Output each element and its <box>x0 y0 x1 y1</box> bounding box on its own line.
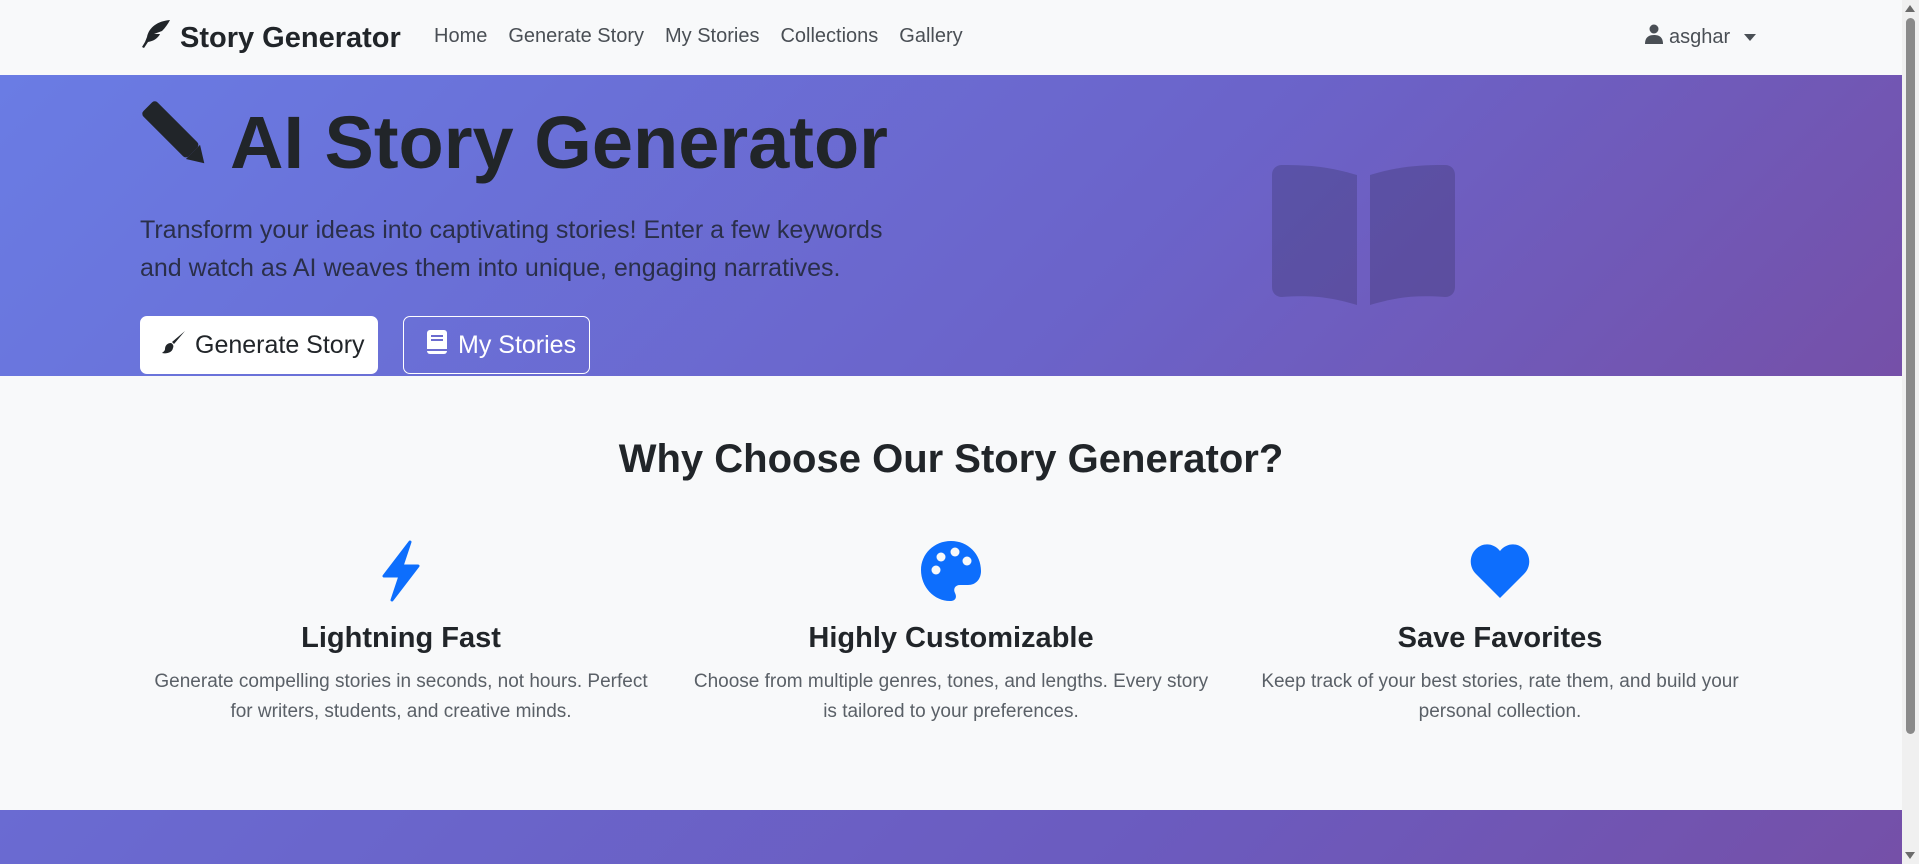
nav-link-gallery[interactable]: Gallery <box>899 25 962 48</box>
next-section-band <box>0 810 1902 864</box>
hero-title: AI Story Generator <box>140 99 888 186</box>
hero-title-text: AI Story Generator <box>230 101 888 184</box>
nav-link-home[interactable]: Home <box>434 25 487 48</box>
pen-icon <box>140 99 212 186</box>
palette-icon <box>920 540 982 602</box>
scrollbar-thumb[interactable] <box>1906 18 1915 734</box>
generate-story-button[interactable]: Generate Story <box>140 316 378 374</box>
user-menu-dropdown[interactable]: asghar <box>1645 24 1757 50</box>
feature-description: Keep track of your best stories, rate th… <box>1261 671 1739 722</box>
vertical-scrollbar[interactable] <box>1902 0 1919 864</box>
open-book-icon <box>1272 165 1455 305</box>
page: Story Generator Home Generate Story My S… <box>0 0 1919 864</box>
scroll-up-icon[interactable] <box>1905 5 1915 12</box>
hero-subtitle: Transform your ideas into captivating st… <box>140 216 883 282</box>
user-name: asghar <box>1669 25 1731 48</box>
nav-link-my-stories[interactable]: My Stories <box>665 25 759 48</box>
navbar: Story Generator Home Generate Story My S… <box>0 0 1902 75</box>
caret-down-icon <box>1744 33 1757 41</box>
feature-description: Choose from multiple genres, tones, and … <box>693 671 1209 722</box>
feather-icon <box>140 18 172 58</box>
nav-link-collections[interactable]: Collections <box>780 25 878 48</box>
brush-icon <box>161 329 187 362</box>
feature-description: Generate compelling stories in seconds, … <box>154 671 648 722</box>
user-icon <box>1645 24 1663 50</box>
heart-icon <box>1469 540 1531 602</box>
feature-title: Save Favorites <box>1397 622 1603 654</box>
scroll-down-icon[interactable] <box>1905 852 1915 859</box>
features-title: Why Choose Our Story Generator? <box>618 437 1284 481</box>
feature-card-save-favorites: Save Favorites Keep track of your best s… <box>1240 540 1760 727</box>
feature-card-lightning-fast: Lightning Fast Generate compelling stori… <box>141 540 661 727</box>
feature-title: Lightning Fast <box>301 622 501 654</box>
book-icon <box>424 329 450 362</box>
brand-name: Story Generator <box>180 21 401 54</box>
nav-links: Home Generate Story My Stories Collectio… <box>434 25 963 48</box>
hero-section: AI Story Generator Transform your ideas … <box>0 75 1902 376</box>
brand-link[interactable]: Story Generator <box>140 18 401 58</box>
my-stories-button[interactable]: My Stories <box>403 316 590 374</box>
nav-link-generate-story[interactable]: Generate Story <box>508 25 644 48</box>
generate-story-button-label: Generate Story <box>195 330 365 359</box>
feature-card-highly-customizable: Highly Customizable Choose from multiple… <box>691 540 1211 727</box>
my-stories-button-label: My Stories <box>458 330 577 359</box>
lightning-icon <box>370 540 432 602</box>
feature-title: Highly Customizable <box>808 622 1094 654</box>
